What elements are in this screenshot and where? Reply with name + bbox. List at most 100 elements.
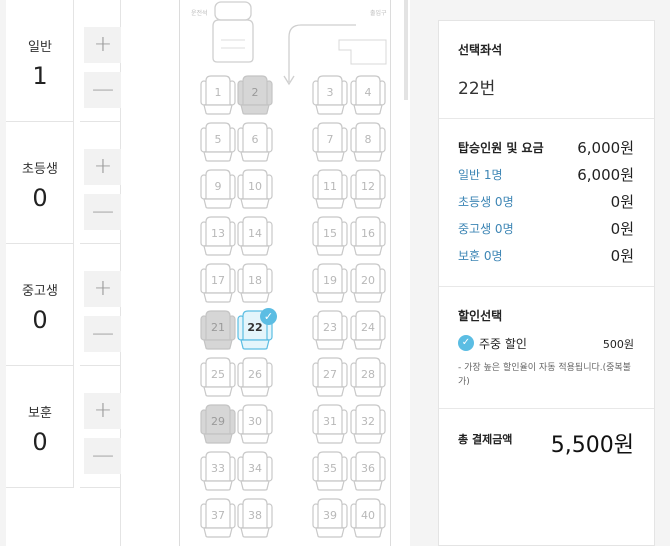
discount-section: 할인선택 ✓ 주중 할인 500원 - 가장 높은 할인율이 자동 적용됩니다.… — [439, 287, 654, 409]
increase-secondary-button[interactable]: + — [84, 271, 122, 307]
seat-33[interactable]: 33 — [200, 451, 236, 491]
seat-23[interactable]: 23 — [312, 310, 348, 350]
booking-summary-panel: 선택좌석 22번 탑승인원 및 요금 6,000원 일반 1명 6,000원 초… — [438, 20, 655, 546]
increase-general-button[interactable]: + — [84, 27, 122, 63]
seat-number: 18 — [248, 274, 262, 287]
fare-label: 보훈 0명 — [458, 249, 503, 263]
seat-number: 17 — [211, 274, 225, 287]
seat-25[interactable]: 25 — [200, 357, 236, 397]
seat-13[interactable]: 13 — [200, 216, 236, 256]
seat-28[interactable]: 28 — [350, 357, 386, 397]
seat-number: 15 — [323, 227, 337, 240]
seat-10[interactable]: 10 — [237, 169, 273, 209]
discount-note: - 가장 높은 할인율이 자동 적용됩니다.(중복불가) — [458, 363, 631, 387]
seat-21: 21 — [200, 310, 236, 350]
decrease-general-button[interactable]: — — [84, 72, 122, 108]
seat-1[interactable]: 1 — [200, 75, 236, 115]
seat-16[interactable]: 16 — [350, 216, 386, 256]
increase-elementary-button[interactable]: + — [84, 149, 122, 185]
seat-34[interactable]: 34 — [237, 451, 273, 491]
counter-value: 0 — [32, 184, 48, 212]
seat-35[interactable]: 35 — [312, 451, 348, 491]
seat-number: 21 — [211, 321, 225, 334]
seat-7[interactable]: 7 — [312, 122, 348, 162]
counter-box: 초등생 0 — [6, 122, 74, 244]
seat-number: 39 — [323, 509, 337, 522]
counter-value: 0 — [32, 428, 48, 456]
fare-label: 중고생 0명 — [458, 222, 514, 236]
seat-38[interactable]: 38 — [237, 498, 273, 538]
seat-30[interactable]: 30 — [237, 404, 273, 444]
seat-number: 25 — [211, 368, 225, 381]
seat-31[interactable]: 31 — [312, 404, 348, 444]
seat-15[interactable]: 15 — [312, 216, 348, 256]
seat-14[interactable]: 14 — [237, 216, 273, 256]
seat-26[interactable]: 26 — [237, 357, 273, 397]
seat-number: 8 — [364, 133, 372, 146]
seat-40[interactable]: 40 — [350, 498, 386, 538]
selected-seat-title: 선택좌석 — [458, 43, 503, 57]
seat-number: 16 — [361, 227, 375, 240]
seat-number: 9 — [214, 180, 222, 193]
seat-number: 12 — [361, 180, 375, 193]
seat-number: 20 — [361, 274, 375, 287]
seat-number: 38 — [248, 509, 262, 522]
bus-scrollbar[interactable] — [404, 0, 408, 100]
seat-37[interactable]: 37 — [200, 498, 236, 538]
fare-section: 탑승인원 및 요금 6,000원 일반 1명 6,000원 초등생 0명 0원 … — [439, 119, 654, 287]
seat-number: 33 — [211, 462, 225, 475]
passenger-counter-panel: 일반 1 + — 초등생 0 + — 중고생 0 + — 보훈 0 + — — [6, 0, 122, 546]
seat-number: 3 — [326, 86, 334, 99]
seat-17[interactable]: 17 — [200, 263, 236, 303]
seat-20[interactable]: 20 — [350, 263, 386, 303]
seat-39[interactable]: 39 — [312, 498, 348, 538]
fare-value: 6,000원 — [577, 166, 634, 184]
seat-19[interactable]: 19 — [312, 263, 348, 303]
total-amount: 5,500원 — [550, 433, 634, 458]
discount-name: 주중 할인 — [479, 337, 527, 351]
seat-number: 10 — [248, 180, 262, 193]
seat-number: 36 — [361, 462, 375, 475]
fare-title: 탑승인원 및 요금 — [458, 141, 544, 155]
decrease-elementary-button[interactable]: — — [84, 194, 122, 230]
fare-row-general: 일반 1명 6,000원 — [458, 164, 634, 184]
seat-8[interactable]: 8 — [350, 122, 386, 162]
seat-24[interactable]: 24 — [350, 310, 386, 350]
discount-option-weekday[interactable]: ✓ 주중 할인 500원 — [458, 334, 634, 352]
seat-12[interactable]: 12 — [350, 169, 386, 209]
seat-32[interactable]: 32 — [350, 404, 386, 444]
seat-number: 40 — [361, 509, 375, 522]
decrease-veteran-button[interactable]: — — [84, 438, 122, 474]
counter-general: 일반 1 + — — [6, 0, 122, 122]
seat-6[interactable]: 6 — [237, 122, 273, 162]
seat-9[interactable]: 9 — [200, 169, 236, 209]
check-circle-icon[interactable]: ✓ — [458, 335, 474, 351]
driver-seat-icon — [212, 1, 254, 63]
seat-5[interactable]: 5 — [200, 122, 236, 162]
seat-11[interactable]: 11 — [312, 169, 348, 209]
fare-value: 0원 — [610, 220, 634, 238]
fare-total: 6,000원 — [577, 139, 634, 157]
counter-value: 1 — [32, 62, 48, 90]
entrance-label: 출입구 — [370, 10, 387, 17]
seat-number: 37 — [211, 509, 225, 522]
decrease-secondary-button[interactable]: — — [84, 316, 122, 352]
seat-number: 23 — [323, 321, 337, 334]
selected-seat-section: 선택좌석 22번 — [439, 21, 654, 119]
fare-header: 탑승인원 및 요금 6,000원 — [458, 137, 634, 157]
seat-number: 19 — [323, 274, 337, 287]
seat-number: 2 — [251, 86, 259, 99]
seat-number: 30 — [248, 415, 262, 428]
increase-veteran-button[interactable]: + — [84, 393, 122, 429]
seat-27[interactable]: 27 — [312, 357, 348, 397]
seat-number: 29 — [211, 415, 225, 428]
seat-36[interactable]: 36 — [350, 451, 386, 491]
seat-18[interactable]: 18 — [237, 263, 273, 303]
counter-box: 일반 1 — [6, 0, 74, 122]
seat-3[interactable]: 3 — [312, 75, 348, 115]
seat-4[interactable]: 4 — [350, 75, 386, 115]
seat-number: 35 — [323, 462, 337, 475]
counter-secondary: 중고생 0 + — — [6, 244, 122, 366]
total-label: 총 결제금액 — [458, 433, 513, 446]
counter-label: 중고생 — [22, 284, 58, 299]
